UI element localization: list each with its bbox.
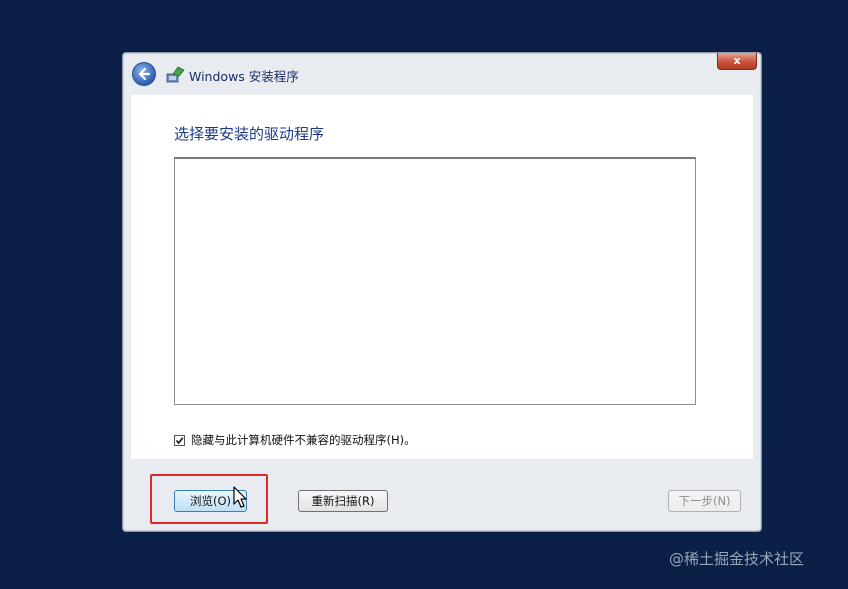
watermark: @稀土掘金技术社区 <box>669 550 805 568</box>
browse-highlight-box <box>150 474 268 524</box>
close-button[interactable]: x <box>717 53 757 70</box>
setup-app-icon <box>166 66 185 83</box>
next-button[interactable]: 下一步(N) <box>668 490 741 512</box>
mouse-cursor-icon <box>233 486 247 508</box>
content-panel: 选择要安装的驱动程序 隐藏与此计算机硬件不兼容的驱动程序(H)。 <box>131 95 753 459</box>
hide-incompatible-label: 隐藏与此计算机硬件不兼容的驱动程序(H)。 <box>191 433 416 447</box>
page-title: 选择要安装的驱动程序 <box>174 125 325 143</box>
setup-window: Windows 安装程序 x 选择要安装的驱动程序 隐藏与此计算机硬件不兼容的驱… <box>122 52 762 532</box>
hide-incompatible-checkbox[interactable] <box>174 434 185 446</box>
back-button[interactable] <box>132 62 156 86</box>
window-title: Windows 安装程序 <box>189 69 299 84</box>
driver-list[interactable] <box>174 157 696 405</box>
title-bar: Windows 安装程序 x <box>123 53 761 95</box>
hide-incompatible-option[interactable]: 隐藏与此计算机硬件不兼容的驱动程序(H)。 <box>174 432 416 448</box>
checkmark-icon <box>175 436 184 444</box>
back-arrow-icon <box>138 67 151 81</box>
rescan-button[interactable]: 重新扫描(R) <box>298 490 388 512</box>
